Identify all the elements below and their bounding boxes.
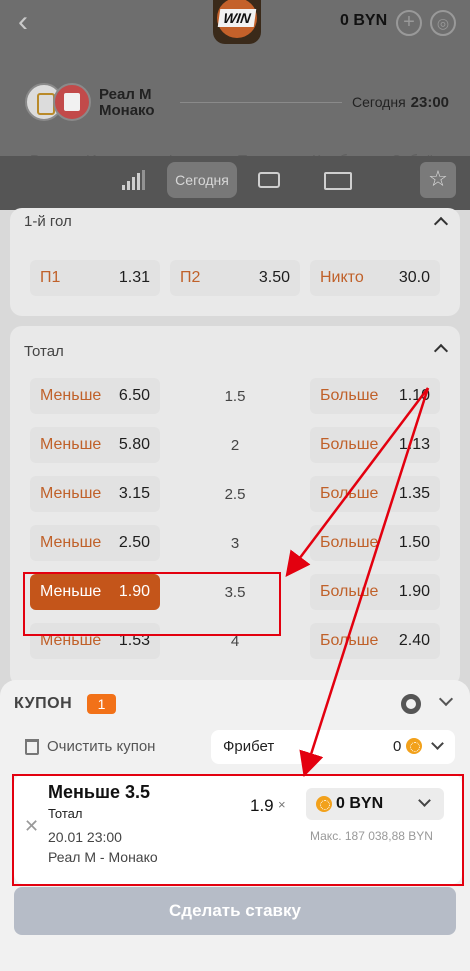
field-icon[interactable]: [324, 172, 352, 190]
coin-icon: [405, 738, 422, 754]
chevron-down-icon: [431, 737, 444, 750]
trash-icon[interactable]: [25, 739, 39, 755]
section-title: Тотал: [24, 343, 64, 360]
total-line: 3: [230, 535, 240, 552]
team2-logo: [53, 83, 91, 121]
coupon-title: КУПОН: [14, 695, 73, 712]
view-toolbar: Сегодня: [0, 156, 470, 210]
odd-over[interactable]: Больше 1.50: [310, 525, 440, 561]
balance[interactable]: 0 BYN: [340, 12, 387, 30]
collapse-chevron-icon[interactable]: [433, 343, 449, 359]
odd-over[interactable]: Больше 1.90: [310, 574, 440, 610]
clear-coupon-button[interactable]: Очистить купон: [47, 738, 155, 755]
first-goal-section: 1-й гол П1 1.31 П2 3.50 Никто 30.0: [10, 208, 460, 316]
today-button[interactable]: Сегодня: [167, 162, 237, 198]
stats-icon[interactable]: [122, 170, 145, 190]
back-icon[interactable]: ‹: [18, 7, 42, 37]
place-bet-button[interactable]: Сделать ставку: [14, 887, 456, 935]
favorite-star-icon[interactable]: ☆: [420, 162, 456, 198]
collapse-chevron-icon[interactable]: [433, 216, 449, 232]
gear-icon[interactable]: [401, 694, 421, 714]
odd-under[interactable]: Меньше 6.50: [30, 378, 160, 414]
chevron-down-icon[interactable]: [438, 691, 454, 707]
section-title: 1-й гол: [24, 213, 72, 230]
odd-over[interactable]: Больше 2.40: [310, 623, 440, 659]
total-line: 2.5: [224, 486, 246, 503]
coupon-count-badge: 1: [87, 694, 116, 714]
odd-p2[interactable]: П2 3.50: [170, 260, 300, 296]
odd-p1[interactable]: П1 1.31: [30, 260, 160, 296]
annotation-box: [12, 774, 464, 886]
odd-under[interactable]: Меньше 2.50: [30, 525, 160, 561]
odd-over[interactable]: Больше 1.10: [310, 378, 440, 414]
app-logo: WIN: [213, 0, 261, 44]
header: ‹ WIN 0 BYN + ◎ Реал М Монако Сегодня 23:…: [0, 0, 470, 210]
globe-icon[interactable]: ◎: [430, 10, 456, 36]
deposit-plus-icon[interactable]: +: [396, 10, 422, 36]
tv-icon[interactable]: [258, 172, 280, 188]
annotation-box: [23, 572, 281, 636]
freebet-select[interactable]: Фрибет 0: [211, 730, 455, 764]
odd-none[interactable]: Никто 30.0: [310, 260, 440, 296]
divider: [180, 102, 342, 103]
team2-name: Монако: [99, 102, 155, 119]
total-line: 1.5: [224, 388, 246, 405]
team1-name: Реал М: [99, 86, 152, 103]
freebet-value: 0: [393, 738, 422, 755]
odd-under[interactable]: Меньше 3.15: [30, 476, 160, 512]
odd-over[interactable]: Больше 1.35: [310, 476, 440, 512]
total-line: 2: [230, 437, 240, 454]
odd-under[interactable]: Меньше 5.80: [30, 427, 160, 463]
match-datetime: Сегодня 23:00: [352, 94, 450, 111]
odd-over[interactable]: Больше 1.13: [310, 427, 440, 463]
